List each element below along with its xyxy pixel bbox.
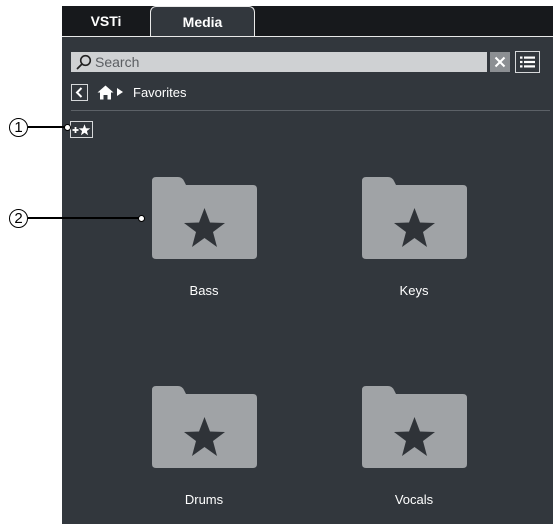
favorite-folder-icon <box>151 177 257 259</box>
clear-search-button[interactable] <box>490 52 510 72</box>
back-button[interactable] <box>71 83 88 101</box>
folder-label: Keys <box>399 283 429 298</box>
callout-2-dot <box>138 215 145 222</box>
callout-1: 1 <box>9 118 28 137</box>
folder-label: Bass <box>189 283 219 298</box>
add-favorite-button[interactable] <box>70 121 93 138</box>
search-field[interactable] <box>71 52 487 72</box>
breadcrumb-separator-icon <box>117 87 125 97</box>
folder-item[interactable]: Bass <box>139 177 269 298</box>
divider <box>71 110 550 111</box>
tab-vsti[interactable]: VSTi <box>62 6 150 36</box>
home-icon <box>97 85 114 99</box>
folder-item[interactable]: Keys <box>349 177 479 298</box>
back-icon <box>75 86 83 98</box>
tab-media[interactable]: Media <box>150 6 255 36</box>
search-icon <box>76 54 92 70</box>
folder-label: Drums <box>184 492 224 507</box>
list-view-icon <box>520 56 535 68</box>
clear-icon <box>494 56 506 68</box>
home-button[interactable] <box>97 84 114 101</box>
callout-2: 2 <box>9 209 28 228</box>
callout-2-line <box>28 217 142 219</box>
folder-label: Vocals <box>394 492 434 507</box>
favorite-folder-icon <box>361 177 467 259</box>
tab-media-label: Media <box>182 13 223 30</box>
search-input[interactable] <box>92 53 475 71</box>
folder-item[interactable]: Vocals <box>349 386 479 507</box>
favorite-folder-icon <box>361 386 467 468</box>
folder-item[interactable]: Drums <box>139 386 269 507</box>
add-favorite-icon <box>72 123 91 135</box>
media-panel: Favorites Bass Keys Drums <box>62 36 553 524</box>
callout-1-line <box>28 126 68 128</box>
callout-2-number: 2 <box>14 210 23 227</box>
tab-vsti-label: VSTi <box>90 13 122 29</box>
list-view-button[interactable] <box>515 51 540 73</box>
breadcrumb: Favorites <box>71 81 186 103</box>
favorite-folder-icon <box>151 386 257 468</box>
callout-1-number: 1 <box>14 119 23 136</box>
tab-bar: VSTi Media <box>62 6 553 36</box>
callout-1-dot <box>64 124 71 131</box>
breadcrumb-favorites[interactable]: Favorites <box>133 85 186 100</box>
